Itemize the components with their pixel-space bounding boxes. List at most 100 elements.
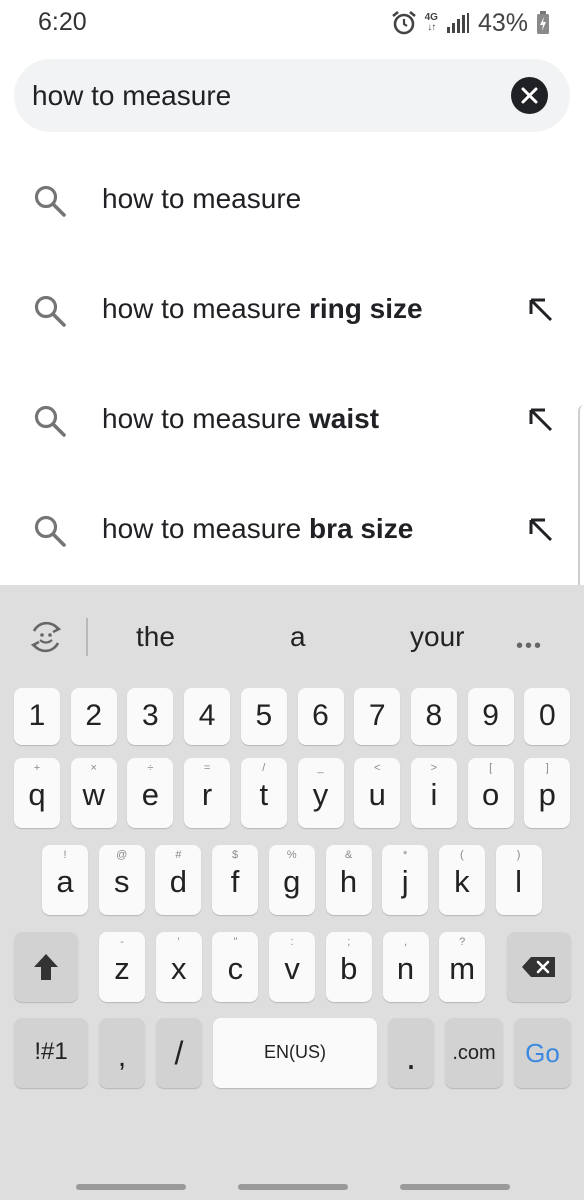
letter-key[interactable]: ,n — [382, 932, 429, 1002]
letter-key[interactable]: $ f — [212, 845, 259, 915]
backspace-key[interactable] — [507, 932, 571, 1002]
search-input[interactable] — [32, 75, 502, 117]
slash-key[interactable]: / — [156, 1018, 202, 1088]
status-time: 6:20 — [38, 8, 87, 36]
fill-query-arrow-icon[interactable] — [526, 515, 556, 545]
key-hint: % — [286, 849, 297, 861]
space-key[interactable]: EN(US) — [213, 1018, 377, 1088]
battery-percent: 43% — [477, 8, 528, 37]
key-label: o — [481, 777, 500, 812]
suggestion-item[interactable]: how to measure ring size — [0, 255, 584, 365]
key-label: 6 — [312, 699, 329, 732]
symbols-key[interactable]: !#1 — [14, 1018, 88, 1088]
nav-back-button[interactable] — [400, 1184, 510, 1190]
letter-key[interactable]: ! a — [42, 845, 88, 915]
key-label: k — [454, 864, 470, 899]
go-key[interactable]: Go — [514, 1018, 571, 1088]
letter-key[interactable]: < u — [354, 758, 401, 828]
search-bar[interactable] — [14, 59, 570, 132]
letter-key[interactable]: ) l — [495, 845, 542, 915]
search-icon — [34, 405, 66, 437]
prediction-word[interactable]: the — [136, 621, 175, 653]
letter-key[interactable]: × w — [70, 758, 117, 828]
key-label: 4 — [198, 699, 216, 732]
key-label: c — [227, 951, 244, 986]
letter-key[interactable]: (k — [438, 845, 485, 915]
key-label: v — [284, 951, 300, 986]
letter-key[interactable]: & h — [325, 845, 372, 915]
letter-key[interactable]: ' x — [155, 932, 202, 1002]
clear-button[interactable] — [511, 77, 548, 114]
nav-recents-button[interactable] — [76, 1184, 186, 1190]
key-label: 3 — [142, 699, 159, 732]
letter-key[interactable]: :v — [269, 932, 316, 1002]
key-label: z — [114, 951, 130, 986]
key-label: r — [201, 777, 213, 812]
number-key[interactable]: 2 — [70, 688, 117, 745]
key-label: a — [56, 864, 74, 899]
key-hint: " — [233, 936, 238, 948]
letter-key[interactable]: = r — [184, 758, 231, 828]
key-hint: : — [290, 936, 294, 948]
fill-query-arrow-icon[interactable] — [526, 405, 556, 435]
number-key[interactable]: 1 — [14, 688, 60, 745]
letter-key[interactable]: + q — [14, 758, 60, 828]
letter-key[interactable]: _ y — [297, 758, 344, 828]
suggestion-item[interactable]: how to measure bra size — [0, 475, 584, 585]
key-hint: > — [430, 762, 438, 774]
key-label: x — [170, 951, 187, 986]
key-label: f — [230, 864, 240, 899]
letter-key[interactable]: @ s — [98, 845, 145, 915]
key-label: l — [515, 864, 523, 899]
battery-icon — [537, 11, 549, 34]
letter-key[interactable]: > i — [410, 758, 457, 828]
number-key[interactable]: 9 — [467, 688, 514, 745]
key-hint: ; — [347, 936, 351, 948]
letter-key[interactable]: % g — [268, 845, 315, 915]
letter-key[interactable]: -z — [99, 932, 145, 1002]
comma-key[interactable]: , — [99, 1018, 145, 1088]
key-label: 8 — [425, 699, 443, 732]
alarm-icon — [391, 10, 416, 35]
suggestion-item[interactable]: how to measure waist — [0, 365, 584, 475]
signal-icon — [446, 13, 469, 33]
nav-home-button[interactable] — [238, 1184, 348, 1190]
number-key[interactable]: 0 — [524, 688, 571, 745]
shift-key[interactable] — [14, 932, 78, 1002]
number-key[interactable]: 7 — [354, 688, 401, 745]
number-key[interactable]: 3 — [127, 688, 174, 745]
close-icon — [521, 87, 538, 104]
letter-key[interactable]: / t — [240, 758, 287, 828]
key-hint: & — [344, 849, 353, 861]
letter-key[interactable]: # d — [155, 845, 202, 915]
suggestion-item[interactable]: how to measure — [0, 145, 584, 255]
number-key[interactable]: 4 — [184, 688, 231, 745]
key-label: i — [430, 777, 438, 812]
key-hint: ) — [516, 849, 521, 861]
emoji-sync-icon[interactable] — [26, 617, 66, 657]
number-key[interactable]: 5 — [240, 688, 287, 745]
more-options-icon[interactable]: ••• — [516, 635, 543, 658]
period-key[interactable]: . — [388, 1018, 434, 1088]
key-hint: ' — [177, 936, 180, 948]
dotcom-key[interactable]: .com — [445, 1018, 503, 1088]
letter-key[interactable]: ÷ e — [127, 758, 174, 828]
key-hint: @ — [116, 849, 128, 861]
key-hint: # — [175, 849, 182, 861]
prediction-word[interactable]: your — [410, 621, 464, 653]
letter-key[interactable]: ? m — [439, 932, 486, 1002]
key-label: n — [396, 951, 415, 986]
letter-key[interactable]: * j — [382, 845, 429, 915]
key-hint: = — [203, 762, 211, 774]
fill-query-arrow-icon[interactable] — [526, 295, 556, 325]
letter-key[interactable]: ] p — [524, 758, 571, 828]
letter-key[interactable]: ; b — [325, 932, 372, 1002]
letter-key[interactable]: " c — [212, 932, 259, 1002]
number-key[interactable]: 8 — [410, 688, 457, 745]
key-label: p — [538, 777, 556, 812]
key-hint: - — [120, 936, 124, 948]
edge-panel-handle[interactable] — [578, 405, 584, 601]
number-key[interactable]: 6 — [297, 688, 344, 745]
letter-key[interactable]: [o — [467, 758, 514, 828]
prediction-word[interactable]: a — [290, 621, 306, 653]
